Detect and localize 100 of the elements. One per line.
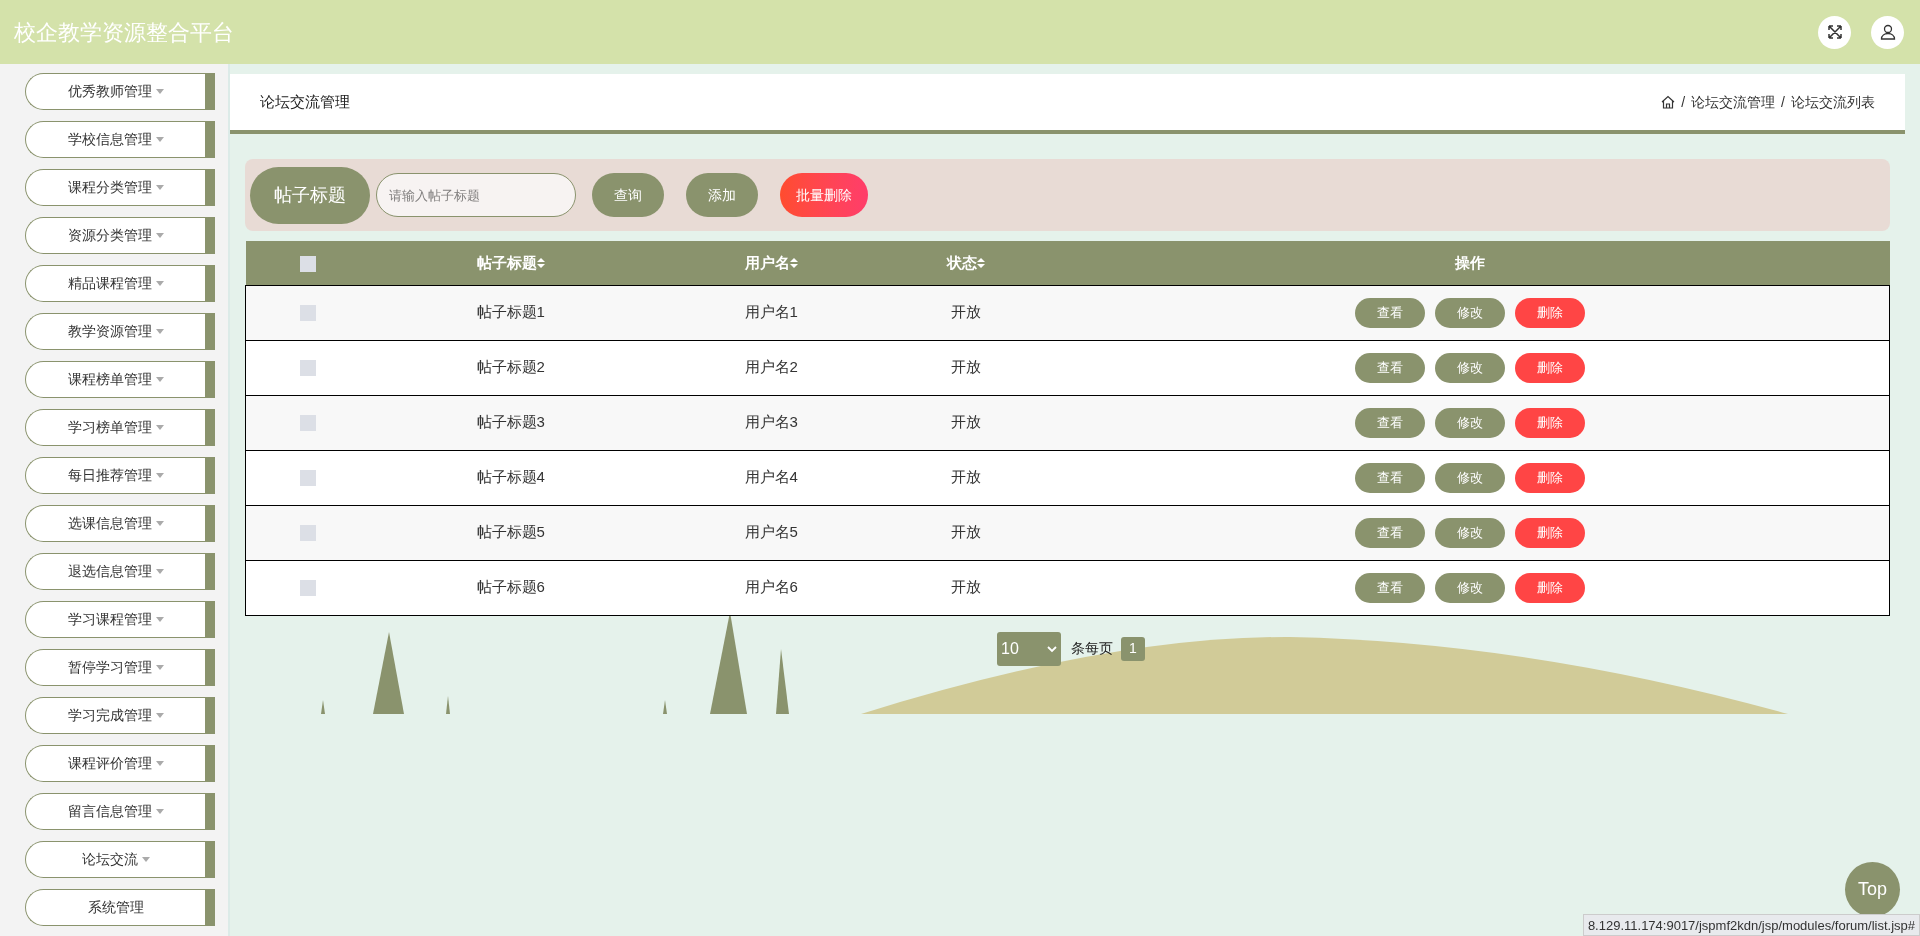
back-to-top-button[interactable]: Top — [1845, 862, 1900, 917]
row-action-button[interactable]: 修改 — [1434, 352, 1505, 383]
menu-item-accent-bar — [205, 409, 215, 446]
sidebar-menu-item[interactable]: 课程评价管理 — [25, 745, 205, 782]
menu-item-accent-bar — [205, 601, 215, 638]
checkbox[interactable] — [300, 415, 317, 432]
breadcrumb-item[interactable]: 论坛交流管理 — [1691, 91, 1776, 113]
checkbox[interactable] — [300, 580, 317, 597]
menu-item-accent-bar — [205, 505, 215, 542]
breadcrumb-item: 论坛交流列表 — [1791, 92, 1875, 112]
row-action-button[interactable]: 修改 — [1434, 407, 1505, 438]
row-action-button[interactable]: 删除 — [1514, 517, 1585, 548]
table-cell: 帖子标题1 — [476, 303, 545, 321]
menu-item-accent-bar — [205, 121, 215, 158]
page-button[interactable]: 1 — [1121, 636, 1145, 661]
table-cell: 用户名5 — [744, 523, 798, 541]
column-header[interactable]: 用户名 — [744, 251, 798, 274]
column-header[interactable]: 状态 — [946, 251, 985, 274]
table-cell: 用户名1 — [744, 303, 798, 321]
table-cell: 开放 — [950, 523, 981, 541]
row-action-button[interactable]: 修改 — [1434, 297, 1505, 328]
toolbar-button[interactable]: 查询 — [592, 173, 664, 217]
checkbox[interactable] — [300, 470, 317, 487]
search-label: 帖子标题 — [250, 166, 370, 224]
table-cell: 开放 — [950, 358, 981, 376]
row-action-button[interactable]: 修改 — [1434, 572, 1505, 603]
row-action-button[interactable]: 查看 — [1354, 352, 1425, 383]
sort-icon[interactable] — [976, 256, 985, 269]
checkbox[interactable] — [300, 525, 317, 542]
column-header: 操作 — [1455, 252, 1485, 273]
table-cell: 用户名3 — [744, 413, 798, 431]
row-action-button[interactable]: 查看 — [1354, 517, 1425, 548]
sidebar-menu-item[interactable]: 优秀教师管理 — [25, 73, 205, 110]
sidebar-menu-item[interactable]: 资源分类管理 — [25, 217, 205, 254]
checkbox[interactable] — [300, 360, 317, 377]
sort-icon[interactable] — [789, 256, 798, 269]
row-action-button[interactable]: 删除 — [1514, 462, 1585, 493]
sidebar-menu-item[interactable]: 选课信息管理 — [25, 505, 205, 542]
column-header[interactable]: 帖子标题 — [476, 251, 545, 274]
sidebar-menu-item[interactable]: 学习榜单管理 — [25, 409, 205, 446]
sidebar-menu-item[interactable]: 每日推荐管理 — [25, 457, 205, 494]
menu-item-accent-bar — [205, 169, 215, 206]
home-icon[interactable] — [1661, 95, 1676, 109]
breadcrumb-separator: / — [1681, 92, 1686, 112]
row-action-button[interactable]: 删除 — [1514, 297, 1585, 328]
menu-item-accent-bar — [205, 649, 215, 686]
sidebar-menu-item[interactable]: 学习完成管理 — [25, 697, 205, 734]
table-cell: 开放 — [950, 413, 981, 431]
row-action-button[interactable]: 删除 — [1514, 572, 1585, 603]
sidebar-menu-item[interactable]: 退选信息管理 — [25, 553, 205, 590]
fullscreen-icon[interactable] — [1818, 15, 1851, 49]
sidebar-menu-item[interactable]: 留言信息管理 — [25, 793, 205, 830]
sidebar-menu-item[interactable]: 论坛交流 — [25, 841, 205, 878]
table-cell: 开放 — [950, 578, 981, 596]
sidebar-menu-item[interactable]: 课程分类管理 — [25, 169, 205, 206]
checkbox[interactable] — [300, 305, 317, 322]
row-action-button[interactable]: 查看 — [1354, 572, 1425, 603]
page-size-dropdown[interactable]: 10 — [997, 631, 1061, 666]
menu-item-accent-bar — [205, 457, 215, 494]
checkbox[interactable] — [300, 255, 316, 272]
menu-item-accent-bar — [205, 217, 215, 254]
sidebar-menu-item[interactable]: 暂停学习管理 — [25, 649, 205, 686]
menu-item-accent-bar — [205, 553, 215, 590]
menu-item-accent-bar — [205, 793, 215, 830]
row-action-button[interactable]: 查看 — [1354, 462, 1425, 493]
sidebar-menu-item[interactable]: 学校信息管理 — [25, 121, 205, 158]
menu-item-accent-bar — [205, 697, 215, 734]
menu-item-accent-bar — [205, 361, 215, 398]
table-cell: 帖子标题4 — [476, 468, 545, 486]
row-action-button[interactable]: 删除 — [1514, 407, 1585, 438]
menu-item-accent-bar — [205, 313, 215, 350]
table-cell: 帖子标题5 — [476, 523, 545, 541]
menu-item-accent-bar — [205, 73, 215, 110]
row-action-button[interactable]: 删除 — [1514, 352, 1585, 383]
table-cell: 帖子标题3 — [476, 413, 545, 431]
title-search-field[interactable]: 请输入帖子标题 — [376, 173, 576, 217]
row-action-button[interactable]: 查看 — [1354, 297, 1425, 328]
table-cell: 用户名4 — [744, 468, 798, 486]
row-action-button[interactable]: 修改 — [1434, 462, 1505, 493]
batch-delete-button[interactable]: 批量删除 — [780, 173, 868, 217]
page-title: 论坛交流管理 — [260, 91, 350, 112]
toolbar-button[interactable]: 添加 — [686, 173, 758, 217]
row-action-button[interactable]: 查看 — [1354, 407, 1425, 438]
sidebar-menu-item[interactable]: 课程榜单管理 — [25, 361, 205, 398]
breadcrumb-separator: / — [1781, 92, 1785, 112]
menu-item-accent-bar — [205, 745, 215, 782]
app-title: 校企教学资源整合平台 — [14, 18, 234, 47]
table-cell: 开放 — [950, 468, 981, 486]
row-action-button[interactable]: 修改 — [1434, 517, 1505, 548]
table-cell: 开放 — [950, 303, 981, 321]
menu-item-accent-bar — [205, 889, 215, 926]
sidebar-menu-item[interactable]: 系统管理 — [25, 889, 205, 926]
sidebar-menu-item[interactable]: 教学资源管理 — [25, 313, 205, 350]
table-cell: 用户名6 — [744, 578, 798, 596]
sidebar-menu-item[interactable]: 精品课程管理 — [25, 265, 205, 302]
table-cell: 用户名2 — [744, 358, 798, 376]
user-icon[interactable] — [1871, 15, 1904, 49]
chevron-icon[interactable] — [1047, 644, 1057, 653]
sidebar-menu-item[interactable]: 学习课程管理 — [25, 601, 205, 638]
sort-icon[interactable] — [536, 256, 545, 269]
